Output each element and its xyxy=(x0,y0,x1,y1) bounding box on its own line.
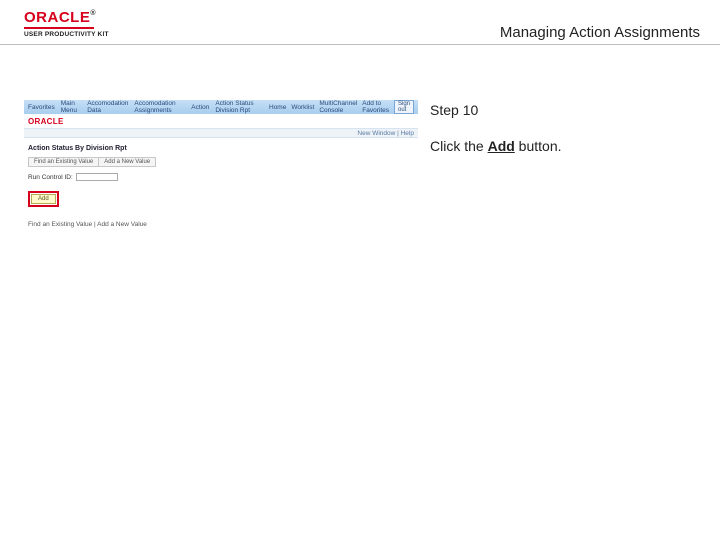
breadcrumb[interactable]: Action Status Division Rpt xyxy=(215,100,263,114)
add-row: Add xyxy=(28,191,414,207)
run-control-label: Run Control ID: xyxy=(28,174,73,181)
run-control-row: Run Control ID: xyxy=(28,173,414,181)
nav-worklist[interactable]: Worklist xyxy=(291,104,314,111)
step-label: Step 10 xyxy=(430,102,700,118)
nav-main-menu[interactable]: Main Menu xyxy=(61,100,81,114)
instruction-panel: Step 10 Click the Add button. xyxy=(430,102,700,154)
tab-find-existing[interactable]: Find an Existing Value xyxy=(28,157,99,167)
add-button[interactable]: Add xyxy=(31,194,56,204)
nav-multichannel[interactable]: MultiChannel Console xyxy=(319,100,357,114)
mode-tabs: Find an Existing Value Add a New Value xyxy=(28,157,414,167)
nav-favorites[interactable]: Favorites xyxy=(28,104,55,111)
nav-right: Home Worklist MultiChannel Console Add t… xyxy=(269,100,414,114)
tab-add-new[interactable]: Add a New Value xyxy=(99,157,156,167)
instr-bold: Add xyxy=(488,138,515,154)
upk-subtitle: USER PRODUCTIVITY KIT xyxy=(24,31,109,38)
mini-oracle-logo: ORACLE xyxy=(28,117,64,126)
instr-suffix: button. xyxy=(515,138,562,154)
signout-button[interactable]: Sign out xyxy=(394,100,414,114)
footer-links[interactable]: Find an Existing Value | Add a New Value xyxy=(28,221,414,228)
report-title: Action Status By Division Rpt xyxy=(28,145,414,152)
embedded-app: Favorites Main Menu Accomodation Data Ac… xyxy=(24,100,418,250)
app-top-nav: Favorites Main Menu Accomodation Data Ac… xyxy=(24,100,418,114)
instr-prefix: Click the xyxy=(430,138,488,154)
oracle-wordmark: ORACLE xyxy=(24,9,90,26)
breadcrumb[interactable]: Action xyxy=(191,104,209,111)
page-title: Managing Action Assignments xyxy=(500,24,700,41)
logo-underline xyxy=(24,27,94,29)
instruction-line: Click the Add button. xyxy=(430,138,700,154)
trademark-symbol: ® xyxy=(90,10,96,17)
sub-bar: New Window | Help xyxy=(24,128,418,138)
subbar-links[interactable]: New Window | Help xyxy=(357,130,414,137)
brand-block: ORACLE® USER PRODUCTIVITY KIT xyxy=(24,10,109,38)
page-header: ORACLE® USER PRODUCTIVITY KIT Managing A… xyxy=(0,10,720,54)
breadcrumb[interactable]: Accomodation Data xyxy=(87,100,128,114)
breadcrumb[interactable]: Accomodation Assignments xyxy=(134,100,185,114)
nav-home[interactable]: Home xyxy=(269,104,286,111)
header-divider xyxy=(0,44,720,45)
nav-add-favorites[interactable]: Add to Favorites xyxy=(362,100,389,114)
run-control-input[interactable] xyxy=(76,173,118,181)
add-button-highlight: Add xyxy=(28,191,59,207)
app-brand-bar: ORACLE xyxy=(24,114,418,128)
oracle-logo: ORACLE® xyxy=(24,10,109,25)
app-body: Action Status By Division Rpt Find an Ex… xyxy=(24,138,418,230)
